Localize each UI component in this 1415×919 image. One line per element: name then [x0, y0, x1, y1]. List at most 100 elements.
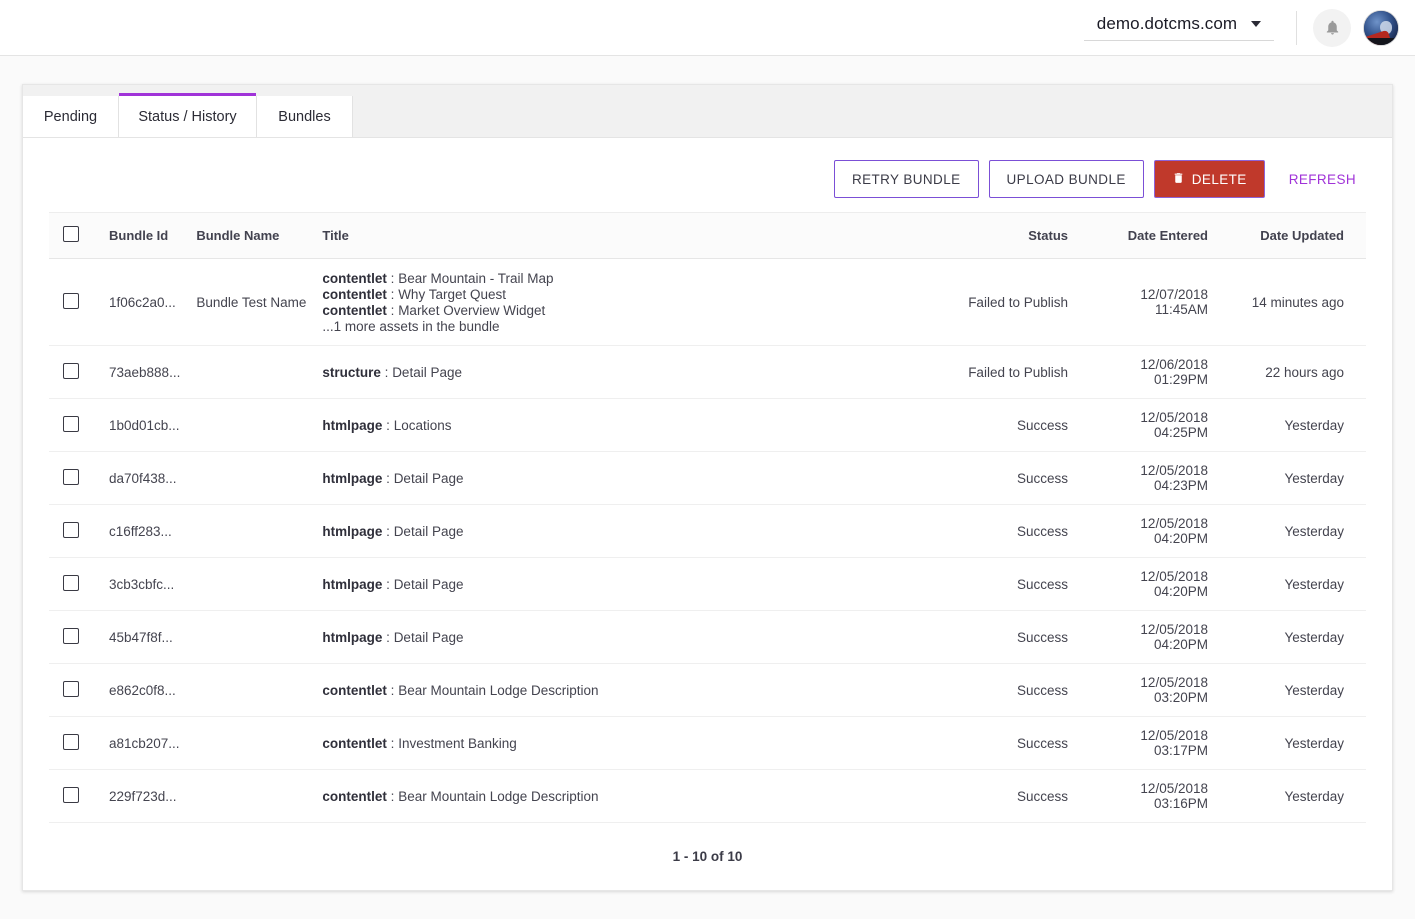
- cell-title: htmlpage : Locations: [314, 399, 956, 452]
- cell-status: Success: [956, 399, 1076, 452]
- tab-pending[interactable]: Pending: [23, 96, 119, 137]
- cell-bundle-name: [188, 505, 314, 558]
- row-checkbox[interactable]: [63, 293, 79, 309]
- asset-line: structure : Detail Page: [322, 364, 948, 380]
- row-checkbox[interactable]: [63, 363, 79, 379]
- cell-bundle-name: [188, 452, 314, 505]
- asset-type: contentlet: [322, 303, 387, 318]
- cell-date-entered: 12/06/2018 01:29PM: [1076, 346, 1226, 399]
- cell-bundle-id: da70f438...: [101, 452, 188, 505]
- asset-title: Detail Page: [392, 365, 462, 380]
- cell-status: Success: [956, 611, 1076, 664]
- cell-date-updated: Yesterday: [1226, 717, 1366, 770]
- refresh-button[interactable]: REFRESH: [1275, 160, 1366, 198]
- cell-title: contentlet : Bear Mountain Lodge Descrip…: [314, 770, 956, 823]
- table-row[interactable]: a81cb207... contentlet : Investment Banki…: [49, 717, 1366, 770]
- cell-date-updated: Yesterday: [1226, 399, 1366, 452]
- asset-line: htmlpage : Detail Page: [322, 523, 948, 539]
- cell-date-entered: 12/05/2018 03:17PM: [1076, 717, 1226, 770]
- header-date-updated[interactable]: Date Updated: [1226, 213, 1366, 259]
- cell-bundle-name: [188, 717, 314, 770]
- asset-title: Bear Mountain - Trail Map: [398, 271, 553, 286]
- cell-date-entered: 12/05/2018 04:20PM: [1076, 611, 1226, 664]
- upload-bundle-label: UPLOAD BUNDLE: [1007, 172, 1126, 187]
- cell-status: Success: [956, 505, 1076, 558]
- asset-type: structure: [322, 365, 381, 380]
- table-row[interactable]: 45b47f8f...htmlpage : Detail PageSuccess…: [49, 611, 1366, 664]
- table-row[interactable]: da70f438... htmlpage : Detail Page Success…: [49, 452, 1366, 505]
- asset-line: contentlet : Market Overview Widget: [322, 302, 948, 318]
- cell-date-entered: 12/05/2018 04:20PM: [1076, 505, 1226, 558]
- bundles-table-container: Bundle Id Bundle Name Title Status Date …: [23, 212, 1392, 874]
- header-date-entered[interactable]: Date Entered: [1076, 213, 1226, 259]
- table-row[interactable]: 1b0d01cb...htmlpage : LocationsSuccess12…: [49, 399, 1366, 452]
- row-checkbox[interactable]: [63, 575, 79, 591]
- tab-bar: Pending Status / History Bundles: [23, 85, 1392, 138]
- action-toolbar: RETRY BUNDLE UPLOAD BUNDLE DELETE REFRES…: [23, 138, 1392, 212]
- asset-line: contentlet : Bear Mountain Lodge Descrip…: [322, 788, 948, 804]
- top-bar: demo.dotcms.com: [0, 0, 1415, 56]
- table-row[interactable]: 73aeb888... structure : Detail Page Failed…: [49, 346, 1366, 399]
- cell-date-entered: 12/05/2018 04:20PM: [1076, 558, 1226, 611]
- row-select-cell: [49, 452, 101, 505]
- delete-button[interactable]: DELETE: [1154, 160, 1265, 198]
- tab-status-history[interactable]: Status / History: [119, 96, 257, 137]
- cell-title: contentlet : Bear Mountain Lodge Descrip…: [314, 664, 956, 717]
- asset-line: contentlet : Bear Mountain - Trail Map: [322, 270, 948, 286]
- cell-date-entered: 12/05/2018 04:23PM: [1076, 452, 1226, 505]
- row-checkbox[interactable]: [63, 734, 79, 750]
- cell-bundle-id: 73aeb888...: [101, 346, 188, 399]
- cell-title: htmlpage : Detail Page: [314, 452, 956, 505]
- row-checkbox[interactable]: [63, 416, 79, 432]
- cell-status: Success: [956, 452, 1076, 505]
- cell-title: htmlpage : Detail Page: [314, 611, 956, 664]
- row-select-cell: [49, 259, 101, 346]
- tab-status-history-label: Status / History: [138, 109, 236, 125]
- table-row[interactable]: 229f723d...contentlet : Bear Mountain Lo…: [49, 770, 1366, 823]
- header-bundle-name[interactable]: Bundle Name: [188, 213, 314, 259]
- row-checkbox[interactable]: [63, 681, 79, 697]
- cell-status: Failed to Publish: [956, 346, 1076, 399]
- header-bundle-id[interactable]: Bundle Id: [101, 213, 188, 259]
- delete-label: DELETE: [1192, 172, 1247, 187]
- asset-type: htmlpage: [322, 577, 382, 592]
- avatar[interactable]: [1363, 10, 1399, 46]
- asset-line: contentlet : Why Target Quest: [322, 286, 948, 302]
- notifications-button[interactable]: [1313, 9, 1351, 47]
- cell-bundle-id: a81cb207...: [101, 717, 188, 770]
- table-row[interactable]: e862c0f8...contentlet : Bear Mountain Lo…: [49, 664, 1366, 717]
- cell-status: Success: [956, 770, 1076, 823]
- row-select-cell: [49, 558, 101, 611]
- asset-line: htmlpage : Detail Page: [322, 470, 948, 486]
- row-select-cell: [49, 770, 101, 823]
- asset-line: htmlpage : Locations: [322, 417, 948, 433]
- trash-icon: [1172, 171, 1185, 188]
- pagination-summary: 1 - 10 of 10: [49, 823, 1366, 874]
- table-body: 1f06c2a0...Bundle Test Namecontentlet : …: [49, 259, 1366, 823]
- row-checkbox[interactable]: [63, 522, 79, 538]
- cell-date-updated: 14 minutes ago: [1226, 259, 1366, 346]
- asset-line: contentlet : Investment Banking: [322, 735, 948, 751]
- cell-date-updated: Yesterday: [1226, 611, 1366, 664]
- table-row[interactable]: 1f06c2a0...Bundle Test Namecontentlet : …: [49, 259, 1366, 346]
- header-title[interactable]: Title: [314, 213, 956, 259]
- header-status[interactable]: Status: [956, 213, 1076, 259]
- cell-status: Success: [956, 664, 1076, 717]
- site-selector[interactable]: demo.dotcms.com: [1084, 14, 1274, 41]
- upload-bundle-button[interactable]: UPLOAD BUNDLE: [989, 160, 1144, 198]
- table-row[interactable]: 3cb3cbfc...htmlpage : Detail PageSuccess…: [49, 558, 1366, 611]
- cell-title: htmlpage : Detail Page: [314, 505, 956, 558]
- table-row[interactable]: c16ff283...htmlpage : Detail PageSuccess…: [49, 505, 1366, 558]
- tab-bundles-label: Bundles: [278, 109, 330, 125]
- retry-bundle-button[interactable]: RETRY BUNDLE: [834, 160, 979, 198]
- cell-bundle-id: 1f06c2a0...: [101, 259, 188, 346]
- row-select-cell: [49, 717, 101, 770]
- row-checkbox[interactable]: [63, 787, 79, 803]
- tab-bundles[interactable]: Bundles: [257, 96, 353, 137]
- row-checkbox[interactable]: [63, 469, 79, 485]
- cell-status: Failed to Publish: [956, 259, 1076, 346]
- select-all-checkbox[interactable]: [63, 226, 79, 242]
- bundles-table: Bundle Id Bundle Name Title Status Date …: [49, 212, 1366, 823]
- row-checkbox[interactable]: [63, 628, 79, 644]
- cell-bundle-id: 3cb3cbfc...: [101, 558, 188, 611]
